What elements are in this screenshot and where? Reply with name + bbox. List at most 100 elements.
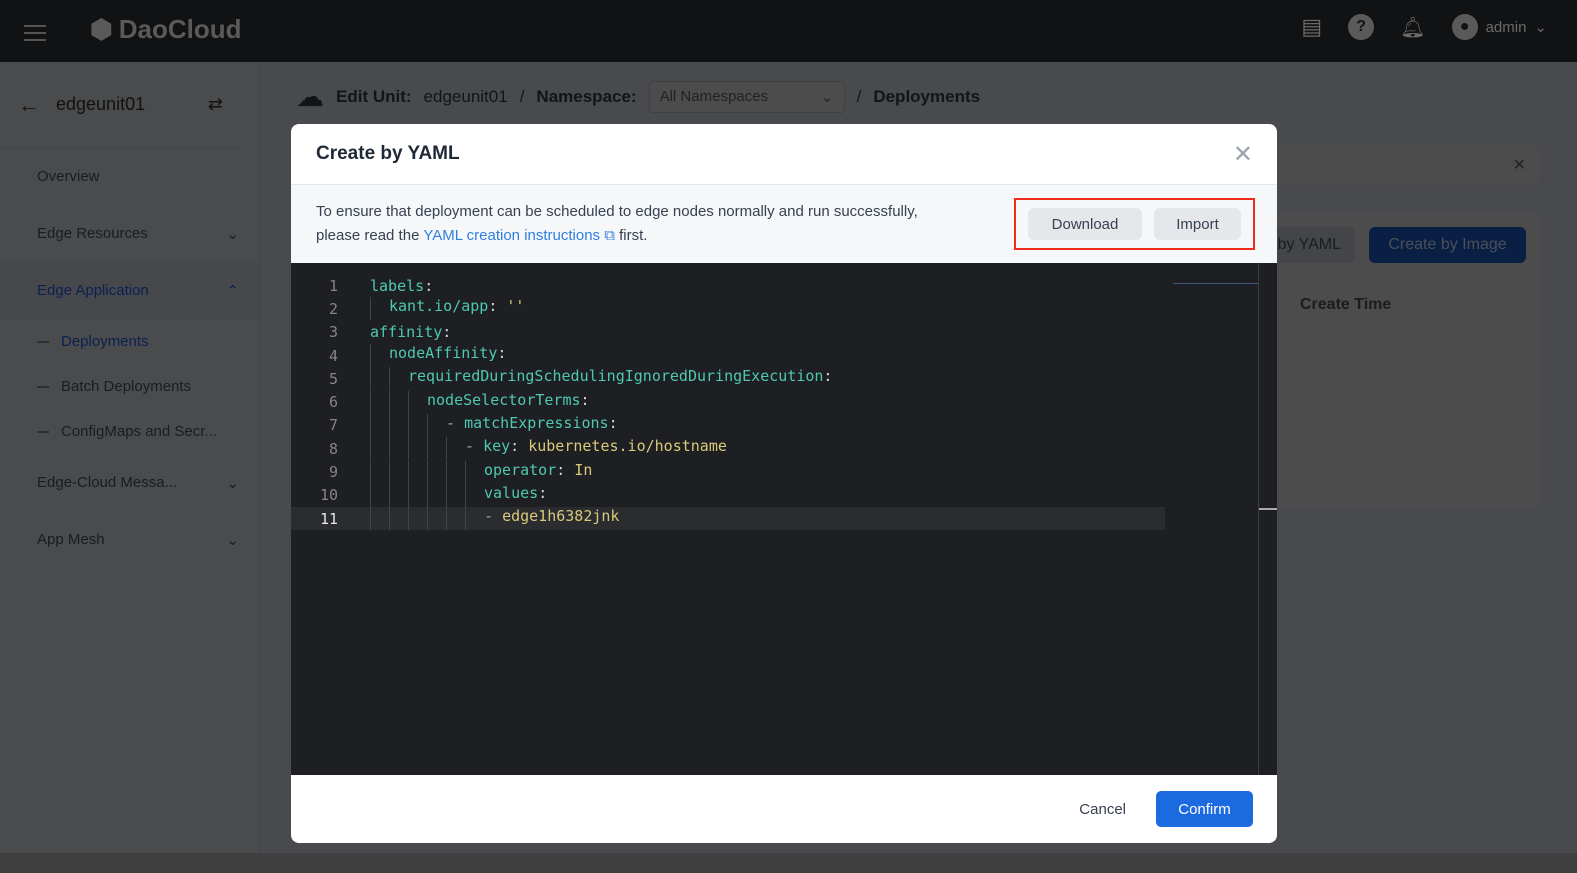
sidebar-item-overview[interactable]: Overview xyxy=(0,148,259,205)
code-line[interactable]: 10 values: xyxy=(291,483,1165,507)
line-number: 3 xyxy=(328,323,338,342)
code-line[interactable]: 11- edge1h6382jnk xyxy=(291,507,1165,531)
code-line[interactable]: 5 requiredDuringSchedulingIgnoredDuringEx… xyxy=(291,367,1165,391)
user-menu[interactable]: ● admin ⌄ xyxy=(1451,14,1547,40)
sidebar-subitem-batch-deployments[interactable]: Batch Deployments xyxy=(0,364,259,409)
line-number: 6 xyxy=(328,393,338,412)
line-number: 4 xyxy=(328,346,338,365)
line-number: 9 xyxy=(328,463,338,482)
indent-guide xyxy=(408,460,427,484)
code-line[interactable]: 1 labels: xyxy=(291,274,1165,297)
line-number: 5 xyxy=(328,369,338,388)
indent-guide xyxy=(446,483,465,507)
indent-guide xyxy=(427,460,446,484)
colon: : xyxy=(510,437,520,456)
indent-guide xyxy=(389,437,408,461)
namespace-select[interactable]: All Namespaces ⌄ xyxy=(648,80,845,113)
dialog-title: Create by YAML xyxy=(316,143,460,164)
bell-icon[interactable]: 🔔︎ xyxy=(1400,15,1425,40)
indent-guide xyxy=(370,507,389,531)
indent-guide xyxy=(408,413,427,437)
code-line[interactable]: 2 kant.io/app: '' xyxy=(291,297,1165,321)
close-icon[interactable]: ✕ xyxy=(1233,140,1253,169)
indent-guide xyxy=(408,507,427,531)
minimap-viewport xyxy=(1173,283,1259,284)
indent-guide xyxy=(370,413,389,437)
create-by-yaml-dialog: Create by YAML ✕ To ensure that deployme… xyxy=(291,124,1277,843)
indent-guide xyxy=(465,507,484,531)
indent-guide xyxy=(408,390,427,414)
logo[interactable]: ⬢ DaoCloud xyxy=(90,14,241,45)
code-line[interactable]: 9 operator: In xyxy=(291,460,1165,484)
message-icon[interactable]: ▤ xyxy=(1301,14,1322,40)
switch-icon[interactable]: ⇄ xyxy=(208,94,223,115)
indent-guide xyxy=(408,437,427,461)
close-icon[interactable]: ✕ xyxy=(1513,155,1526,175)
line-number: 2 xyxy=(328,299,338,318)
code-line[interactable]: 3 affinity: xyxy=(291,321,1165,344)
colon: : xyxy=(497,344,507,363)
instructions-text: To ensure that deployment can be schedul… xyxy=(316,203,918,244)
chevron-down-icon: ⌄ xyxy=(226,225,239,243)
indent-guide xyxy=(446,460,465,484)
editor-scroll-track xyxy=(1258,263,1259,775)
indent-guide xyxy=(408,483,427,507)
indent-guide xyxy=(370,483,389,507)
sidebar-item-app-mesh[interactable]: App Mesh ⌄ xyxy=(0,511,259,568)
indent-guide xyxy=(389,390,408,414)
top-bar: ⬢ DaoCloud ▤ ? 🔔︎ ● admin ⌄ xyxy=(0,0,1577,62)
line-number: 8 xyxy=(328,439,338,458)
chevron-down-icon: ⌄ xyxy=(226,531,239,549)
line-number: 10 xyxy=(319,486,338,505)
colon: : xyxy=(442,323,452,342)
help-icon[interactable]: ? xyxy=(1348,14,1375,40)
sidebar-subitem-deployments[interactable]: Deployments xyxy=(0,319,259,364)
code-line[interactable]: 4 nodeAffinity: xyxy=(291,344,1165,368)
sidebar: ← edgeunit01 ⇄ Overview Edge Resources ⌄ Ed… xyxy=(0,62,260,852)
edge-unit-icon: ☁ xyxy=(296,81,324,112)
indent-guide xyxy=(446,507,465,531)
colon: : xyxy=(580,390,590,409)
scroll-position-marker xyxy=(1259,508,1277,510)
indent-guide xyxy=(370,390,389,414)
indent-guide xyxy=(389,460,408,484)
indent-guide xyxy=(389,483,408,507)
breadcrumb: ☁ Edit Unit: edgeunit01 / Namespace: All… xyxy=(296,80,981,113)
indent-guide xyxy=(427,507,446,531)
code-line[interactable]: 8- key: kubernetes.io/hostname xyxy=(291,437,1165,461)
indent-guide xyxy=(370,437,389,461)
create-by-image-button[interactable]: Create by Image xyxy=(1369,227,1526,263)
download-button[interactable]: Download xyxy=(1028,208,1142,240)
sidebar-subitem-configmaps[interactable]: ConfigMaps and Secr... xyxy=(0,409,259,454)
back-arrow-icon[interactable]: ← xyxy=(18,92,40,118)
indent-guide xyxy=(370,297,389,321)
colon: : xyxy=(608,413,618,432)
daocloud-logo-icon: ⬢ xyxy=(90,14,113,44)
colon: : xyxy=(823,367,833,386)
import-button[interactable]: Import xyxy=(1154,208,1241,240)
indent-guide xyxy=(389,413,408,437)
code-line[interactable]: 6 nodeSelectorTerms: xyxy=(291,390,1165,414)
indent-guide xyxy=(370,344,389,368)
sidebar-item-edge-application[interactable]: Edge Application ⌃ xyxy=(0,262,259,319)
menu-icon[interactable] xyxy=(24,20,46,46)
indent-guide xyxy=(427,437,446,461)
indent-guide xyxy=(427,483,446,507)
confirm-button[interactable]: Confirm xyxy=(1156,791,1253,827)
code-line[interactable]: 7- matchExpressions: xyxy=(291,413,1165,437)
horizontal-scrollbar[interactable] xyxy=(0,853,1577,873)
colon: : xyxy=(488,297,498,316)
yaml-instructions-link[interactable]: YAML creation instructions ⧉ xyxy=(423,227,615,244)
cancel-button[interactable]: Cancel xyxy=(1079,801,1126,818)
colon: : xyxy=(424,276,434,295)
sidebar-item-edge-resources[interactable]: Edge Resources ⌄ xyxy=(0,205,259,262)
alert-banner: ✕ xyxy=(1240,145,1540,185)
indent-guide xyxy=(389,507,408,531)
line-number: 11 xyxy=(319,509,338,528)
chevron-down-icon: ⌄ xyxy=(821,88,834,106)
indent-guide xyxy=(446,437,465,461)
chevron-down-icon: ⌄ xyxy=(1534,19,1547,36)
yaml-editor[interactable]: 1 labels:2 kant.io/app: '' 3 affinity:4 nodeA… xyxy=(291,263,1277,775)
sidebar-item-edge-cloud-messages[interactable]: Edge-Cloud Messa... ⌄ xyxy=(0,454,259,511)
user-icon: ● xyxy=(1451,14,1478,40)
